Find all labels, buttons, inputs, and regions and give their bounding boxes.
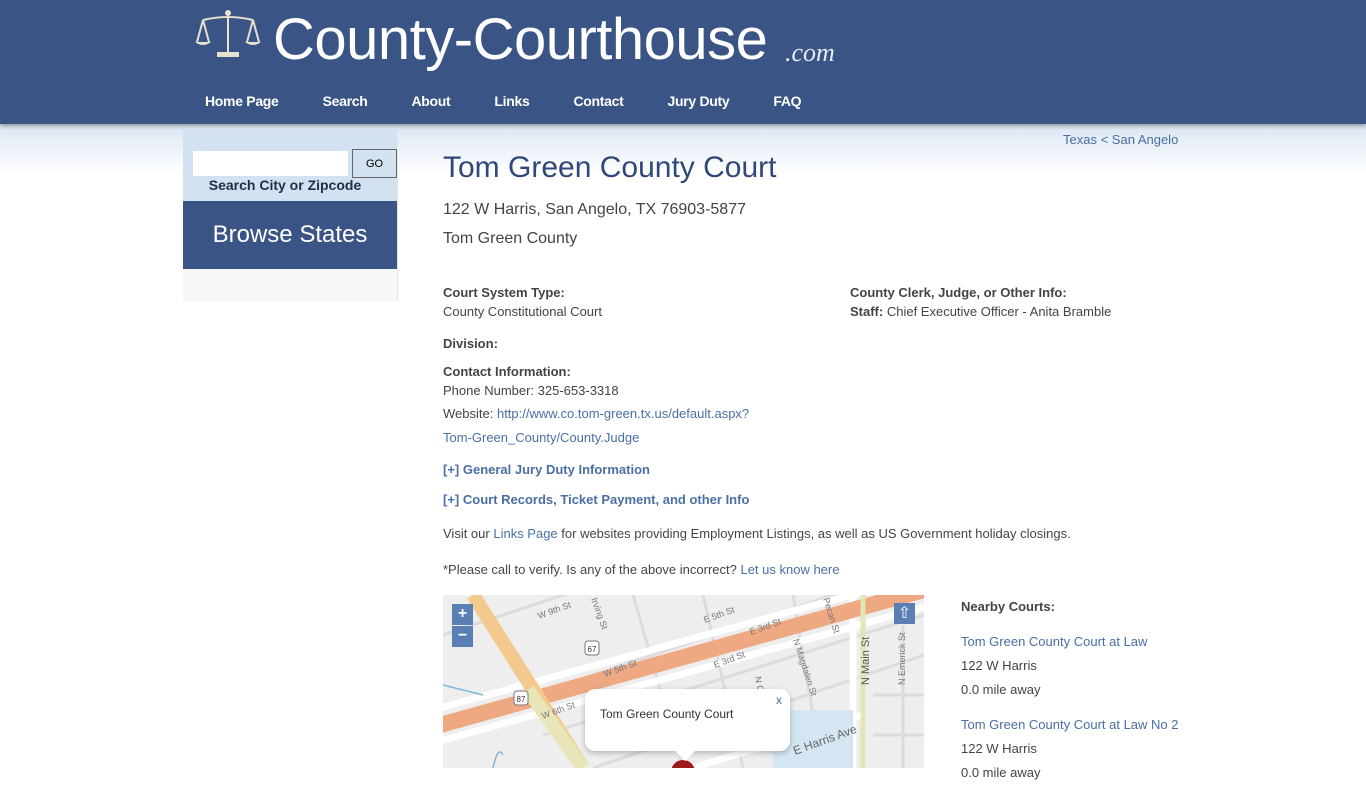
nearby-court-distance: 0.0 mile away bbox=[961, 682, 1041, 697]
nearby-court-item: Tom Green County Court at Law No 2 122 W… bbox=[961, 713, 1179, 785]
nearby-court-link[interactable]: Tom Green County Court at Law bbox=[961, 634, 1147, 649]
nearby-court-distance: 0.0 mile away bbox=[961, 765, 1041, 780]
nav-search[interactable]: Search bbox=[301, 88, 390, 114]
street-label: N Main St bbox=[860, 637, 872, 685]
nav-contact[interactable]: Contact bbox=[551, 88, 645, 114]
staff-label: Staff: bbox=[850, 304, 884, 319]
phone-number: Phone Number: 325-653-3318 bbox=[443, 383, 619, 398]
svg-text:87: 87 bbox=[517, 695, 526, 704]
map-zoom-control: + − bbox=[452, 604, 473, 648]
visit-pre-text: Visit our bbox=[443, 526, 494, 541]
nearby-court-address: 122 W Harris bbox=[961, 658, 1037, 673]
breadcrumb-state[interactable]: Texas bbox=[1063, 132, 1097, 147]
nav-jury-duty[interactable]: Jury Duty bbox=[646, 88, 752, 114]
nav-about[interactable]: About bbox=[389, 88, 472, 114]
court-county: Tom Green County bbox=[443, 230, 578, 247]
scales-of-justice-icon bbox=[195, 10, 261, 57]
popup-tip bbox=[675, 751, 695, 761]
court-records-toggle[interactable]: [+] Court Records, Ticket Payment, and o… bbox=[443, 492, 749, 507]
site-logo-suffix: .com bbox=[785, 38, 835, 67]
nav-faq[interactable]: FAQ bbox=[751, 88, 823, 114]
nearby-court-item: Tom Green County Court at Law 122 W Harr… bbox=[961, 630, 1147, 702]
contact-label: Contact Information: bbox=[443, 364, 571, 379]
website-link[interactable]: http://www.co.tom-green.tx.us/default.as… bbox=[497, 406, 749, 421]
search-label: Search City or Zipcode bbox=[208, 177, 362, 193]
nav-home-page[interactable]: Home Page bbox=[183, 88, 301, 114]
breadcrumb-separator: < bbox=[1096, 132, 1112, 147]
browse-states-button[interactable]: Browse States bbox=[183, 201, 397, 269]
street-label: N Magdalen St bbox=[791, 638, 819, 698]
website-row: Website: http://www.co.tom-green.tx.us/d… bbox=[443, 406, 749, 421]
links-page-note: Visit our Links Page for websites provid… bbox=[443, 526, 1071, 541]
popup-close-button[interactable]: x bbox=[776, 693, 782, 707]
route-87-shield: 87 bbox=[513, 690, 529, 706]
jury-duty-info-toggle[interactable]: [+] General Jury Duty Information bbox=[443, 462, 650, 477]
verify-note: *Please call to verify. Is any of the ab… bbox=[443, 562, 839, 577]
page-title: Tom Green County Court bbox=[443, 151, 777, 184]
staff-info: Staff: Chief Executive Officer - Anita B… bbox=[850, 304, 1111, 319]
clerk-info-label: County Clerk, Judge, or Other Info: bbox=[850, 285, 1067, 300]
breadcrumb: Texas < San Angelo bbox=[1063, 132, 1178, 147]
sidebar: GO Search City or Zipcode Browse States bbox=[183, 130, 398, 301]
website-link-continued: Tom-Green_County/County.Judge bbox=[443, 430, 639, 445]
map-popup: Tom Green County Court x bbox=[585, 689, 790, 761]
nav-links[interactable]: Links bbox=[472, 88, 551, 114]
arrow-up-icon[interactable]: ⇧ bbox=[894, 603, 915, 624]
search-box: GO Search City or Zipcode bbox=[183, 130, 397, 201]
popup-title: Tom Green County Court bbox=[600, 707, 734, 721]
city-zip-search-input[interactable] bbox=[193, 151, 348, 176]
website-link-line2[interactable]: Tom-Green_County/County.Judge bbox=[443, 430, 639, 445]
website-label: Website: bbox=[443, 406, 494, 421]
zoom-out-button[interactable]: − bbox=[452, 626, 473, 647]
report-error-link[interactable]: Let us know here bbox=[740, 562, 839, 577]
street-label: N Emerick St bbox=[897, 632, 907, 685]
links-page-link[interactable]: Links Page bbox=[493, 526, 557, 541]
zoom-in-button[interactable]: + bbox=[452, 604, 473, 625]
visit-post-text: for websites providing Employment Listin… bbox=[557, 526, 1071, 541]
nearby-court-link[interactable]: Tom Green County Court at Law No 2 bbox=[961, 717, 1179, 732]
system-type-value: County Constitutional Court bbox=[443, 304, 602, 319]
go-button[interactable]: GO bbox=[352, 149, 397, 178]
nearby-courts-title: Nearby Courts: bbox=[961, 599, 1055, 614]
nearby-court-address: 122 W Harris bbox=[961, 741, 1037, 756]
location-map[interactable]: 67 87 W 9th St Irving St W 5th St W 6th … bbox=[443, 595, 924, 768]
verify-text: *Please call to verify. Is any of the ab… bbox=[443, 562, 741, 577]
system-type-label: Court System Type: bbox=[443, 285, 565, 300]
main-nav: Home Page Search About Links Contact Jur… bbox=[183, 88, 823, 114]
division-label: Division: bbox=[443, 336, 498, 351]
street-label: Irving St bbox=[589, 596, 610, 631]
site-logo-text[interactable]: County-Courthouse bbox=[273, 6, 768, 73]
route-67-shield: 67 bbox=[584, 640, 600, 656]
staff-value: Chief Executive Officer - Anita Bramble bbox=[886, 304, 1112, 319]
site-header: County-Courthouse .com Home Page Search … bbox=[0, 0, 1366, 124]
breadcrumb-city[interactable]: San Angelo bbox=[1112, 132, 1179, 147]
court-address: 122 W Harris, San Angelo, TX 76903-5877 bbox=[443, 201, 746, 218]
svg-text:67: 67 bbox=[588, 645, 597, 654]
